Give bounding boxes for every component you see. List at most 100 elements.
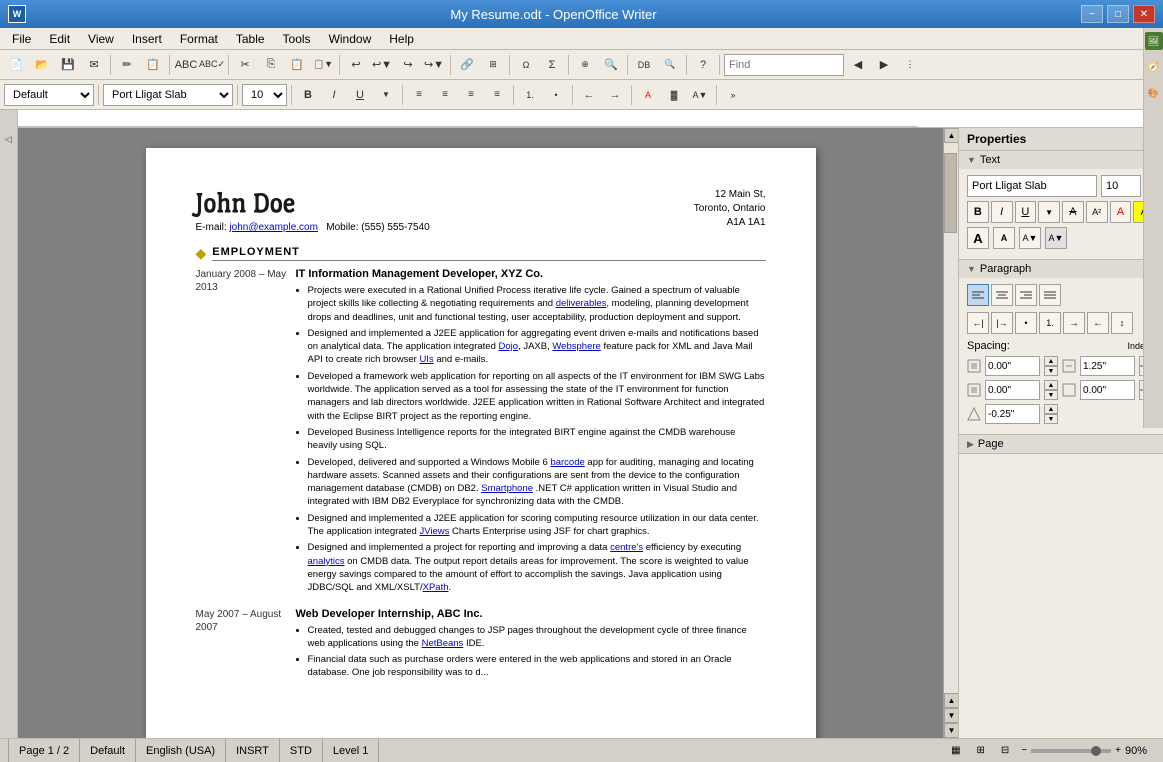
bullets-button[interactable]: • [544,83,568,107]
para-indent-more-button[interactable]: |→ [991,312,1013,334]
undo-list-button[interactable]: ↩▼ [370,53,394,77]
paste-button[interactable]: 📋 [285,53,309,77]
panel-font-family-input[interactable] [967,175,1097,197]
panel-italic-button[interactable]: I [991,201,1013,223]
find-prev-button[interactable]: ◀ [846,53,870,77]
find-input[interactable] [724,54,844,76]
new-button[interactable]: 📄 [4,53,28,77]
menu-insert[interactable]: Insert [124,30,170,48]
spacing-above-input[interactable] [985,356,1040,376]
indent-left-input[interactable] [1080,356,1135,376]
find-toolbar-button[interactable]: 🔍 [599,53,623,77]
para-indent-less-button[interactable]: ←| [967,312,989,334]
text-section-header[interactable]: ▼ Text [959,151,1163,169]
gallery-icon[interactable]: 🖼 [1145,32,1163,50]
insert-fields-button[interactable]: Ω [514,53,538,77]
panel-font-color-button[interactable]: A [1110,201,1132,223]
align-center-button[interactable]: ≡ [433,83,457,107]
maximize-button[interactable]: □ [1107,5,1129,23]
navigator-button[interactable]: ⊕ [573,53,597,77]
menu-tools[interactable]: Tools [275,30,319,48]
paragraph-section-header[interactable]: ▼ Paragraph [959,260,1163,278]
spacing-below-input[interactable] [985,380,1040,400]
scroll-nav-down-button[interactable]: ▼ [944,708,959,723]
align-left-button[interactable]: ≡ [407,83,431,107]
first-line-up[interactable]: ▲ [1044,404,1058,414]
styles-panel-icon[interactable]: 🎨 [1145,84,1163,102]
underline-button[interactable]: U [348,83,372,107]
window-controls[interactable]: − □ ✕ [1081,5,1155,23]
panel-bold-button[interactable]: B [967,201,989,223]
status-icon1[interactable]: ▦ [947,745,964,756]
zoom-button[interactable]: 🔍 [658,53,682,77]
status-icon3[interactable]: ⊟ [997,745,1013,756]
scroll-up-button[interactable]: ▲ [944,128,959,143]
font-color-button[interactable]: A [636,83,660,107]
help-button[interactable]: ? [691,53,715,77]
undo-button[interactable]: ↩ [344,53,368,77]
panel-highlight2-button[interactable]: A▼ [1045,227,1067,249]
email-link[interactable]: john@example.com [229,222,318,233]
panel-size-large-button[interactable]: A [967,227,989,249]
numbering-button[interactable]: 1. [518,83,542,107]
zoom-slider[interactable] [1031,749,1111,753]
close-button[interactable]: ✕ [1133,5,1155,23]
find-next-button[interactable]: ▶ [872,53,896,77]
para-align-right-button[interactable] [1015,284,1037,306]
menu-table[interactable]: Table [228,30,273,48]
scrollbar-track[interactable] [944,143,958,693]
document-scroll[interactable]: 12 Main St, Toronto, Ontario A1A 1A1 Joh… [18,128,943,738]
menu-edit[interactable]: Edit [41,30,78,48]
minimize-button[interactable]: − [1081,5,1103,23]
hyperlink-button[interactable]: 🔗 [455,53,479,77]
pdf-button[interactable]: 📋 [141,53,165,77]
para-spacing-button[interactable]: ↕ [1111,312,1133,334]
indent-right-input[interactable] [1080,380,1135,400]
menu-help[interactable]: Help [381,30,422,48]
copy-button[interactable]: ⎘ [259,53,283,77]
zoom-thumb[interactable] [1091,746,1101,756]
menu-view[interactable]: View [80,30,122,48]
find-options-button[interactable]: ⋮ [898,53,922,77]
more-format-button[interactable]: » [721,83,745,107]
para-bullets-button[interactable]: • [1015,312,1037,334]
autocorrect-button[interactable]: ABC✓ [200,53,224,77]
spacing-below-up[interactable]: ▲ [1044,380,1058,390]
panel-size-small-button[interactable]: A [993,227,1015,249]
align-right-button[interactable]: ≡ [459,83,483,107]
paste-special-button[interactable]: 📋▼ [311,53,335,77]
justify-button[interactable]: ≡ [485,83,509,107]
table-button[interactable]: ⊞ [481,53,505,77]
datasources-button[interactable]: DB [632,53,656,77]
para-align-left-button[interactable] [967,284,989,306]
menu-format[interactable]: Format [172,30,226,48]
font-family-select[interactable]: Port Lligat Slab [103,84,233,106]
paragraph-style-select[interactable]: Default [4,84,94,106]
panel-strikethrough-button[interactable]: A [1062,201,1084,223]
para-align-center-button[interactable] [991,284,1013,306]
indent-increase-button[interactable]: → [603,83,627,107]
save-button[interactable]: 💾 [56,53,80,77]
edit-mode-button[interactable]: ✏ [115,53,139,77]
spellcheck-button[interactable]: ABC [174,53,198,77]
bold-button[interactable]: B [296,83,320,107]
panel-underline-dropdown[interactable]: ▼ [1038,201,1060,223]
first-line-spinner[interactable]: ▲ ▼ [1044,404,1058,424]
page-section-header[interactable]: ▶ Page [959,435,1163,453]
panel-font-size-input[interactable] [1101,175,1141,197]
para-outdent-button[interactable]: ← [1087,312,1109,334]
status-icon2[interactable]: ⊞ [973,745,989,756]
indent-decrease-button[interactable]: ← [577,83,601,107]
spacing-above-down[interactable]: ▼ [1044,366,1058,376]
panel-underline-button[interactable]: U [1015,201,1037,223]
scroll-nav-up-button[interactable]: ▲ [944,693,959,708]
open-button[interactable]: 📂 [30,53,54,77]
zoom-in-button[interactable]: + [1115,745,1121,756]
spacing-below-down[interactable]: ▼ [1044,390,1058,400]
menu-file[interactable]: File [4,30,39,48]
panel-fontcolor2-button[interactable]: A▼ [1019,227,1041,249]
panel-superscript-button[interactable]: A² [1086,201,1108,223]
scroll-down-button[interactable]: ▼ [944,723,959,738]
zoom-out-button[interactable]: − [1021,745,1027,756]
spacing-above-up[interactable]: ▲ [1044,356,1058,366]
